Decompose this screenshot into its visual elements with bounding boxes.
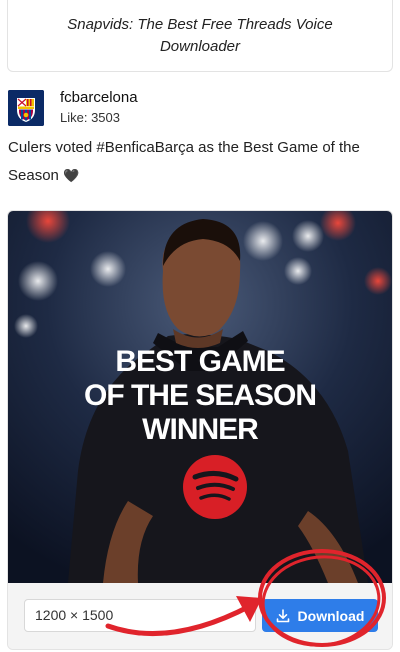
download-label: Download <box>297 607 365 624</box>
caption-text: Culers voted #BenficaBarça as the Best G… <box>8 139 360 184</box>
black-heart-icon: 🖤 <box>63 168 80 183</box>
download-bar: 1200 × 1500 Download <box>8 583 392 649</box>
fcb-crest-icon <box>8 90 44 126</box>
avatar <box>8 90 44 126</box>
promo-banner: Snapvids: The Best Free Threads Voice Do… <box>7 0 393 72</box>
account-header: fcbarcelona Like: 3503 <box>8 88 138 128</box>
download-icon <box>276 608 289 622</box>
media-card: BEST GAME OF THE SEASON WINNER 1200 × 15… <box>7 210 393 650</box>
resolution-select[interactable]: 1200 × 1500 <box>24 599 256 632</box>
spotify-logo-icon <box>183 455 247 519</box>
overlay-line-2: OF THE SEASON <box>84 379 316 412</box>
overlay-line-3: WINNER <box>142 413 259 446</box>
overlay-line-1: BEST GAME <box>115 345 284 378</box>
download-button[interactable]: Download <box>262 599 378 632</box>
banner-text: Snapvids: The Best Free Threads Voice Do… <box>67 15 333 55</box>
post-caption: Culers voted #BenficaBarça as the Best G… <box>8 134 392 190</box>
post-image: BEST GAME OF THE SEASON WINNER <box>8 211 392 583</box>
account-name[interactable]: fcbarcelona <box>60 89 138 107</box>
like-count: Like: 3503 <box>60 110 120 125</box>
